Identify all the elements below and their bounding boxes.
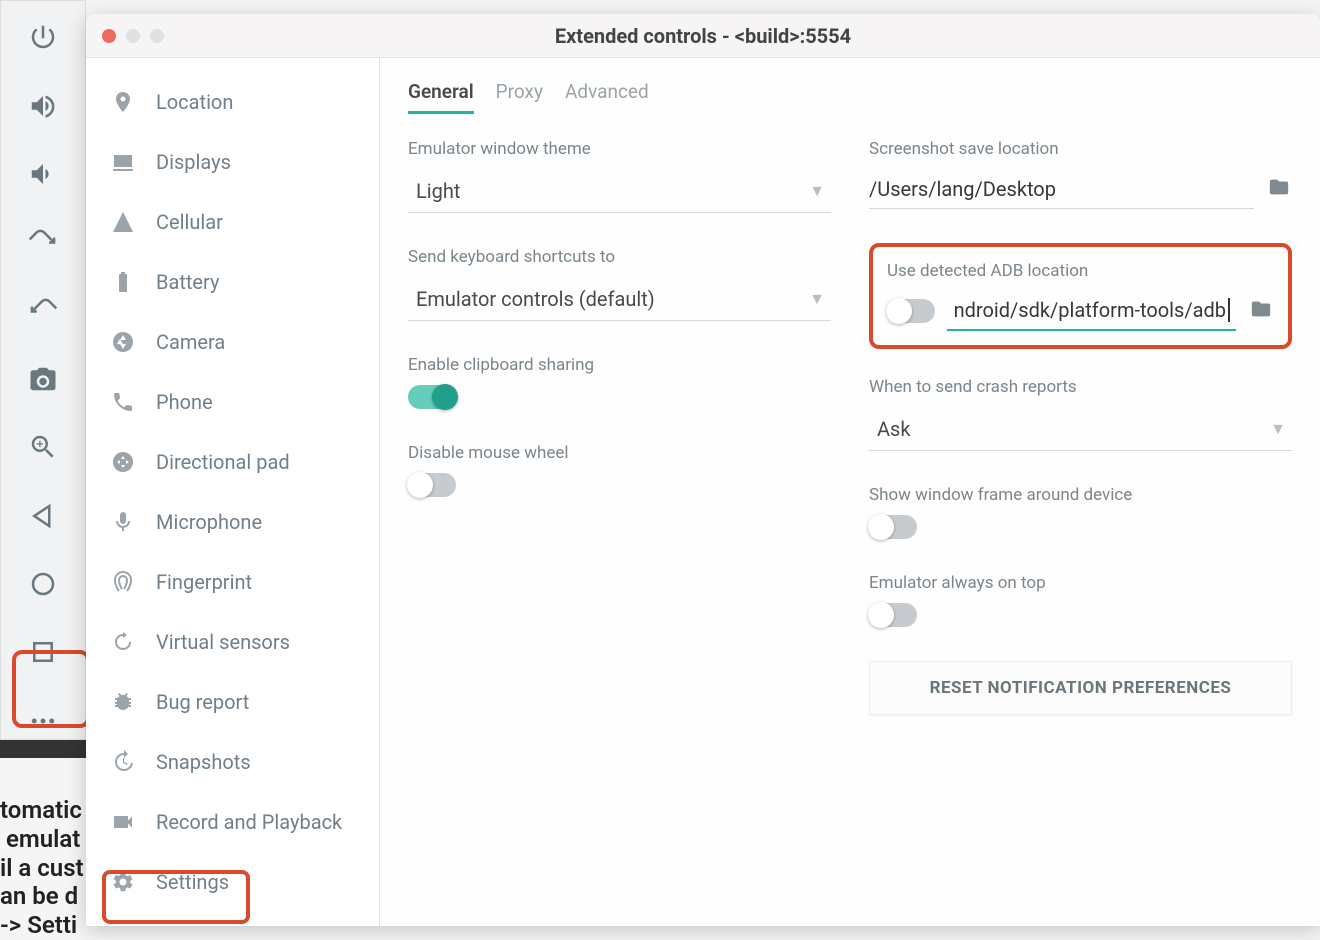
gear-icon bbox=[110, 869, 136, 895]
sidebar-item-label: Cellular bbox=[156, 210, 223, 234]
sidebar-item-label: Battery bbox=[156, 270, 219, 294]
fingerprint-icon bbox=[110, 569, 136, 595]
phone-icon bbox=[110, 389, 136, 415]
volume-down-icon[interactable] bbox=[13, 156, 73, 192]
sidebar-item-label: Snapshots bbox=[156, 750, 251, 774]
reset-notifications-button[interactable]: RESET NOTIFICATION PREFERENCES bbox=[869, 661, 1292, 715]
folder-browse-button[interactable] bbox=[1248, 298, 1274, 324]
shortcuts-select[interactable]: Emulator controls (default) ▼ bbox=[408, 277, 831, 321]
history-icon bbox=[110, 749, 136, 775]
tabs: General Proxy Advanced bbox=[408, 80, 1292, 115]
camera-icon[interactable] bbox=[13, 361, 73, 397]
sidebar-item-label: Location bbox=[156, 90, 233, 114]
rotate-left-icon[interactable] bbox=[13, 224, 73, 260]
sidebar-item-record-playback[interactable]: Record and Playback bbox=[86, 792, 379, 852]
sidebar-item-settings[interactable]: Settings bbox=[86, 852, 379, 912]
volume-up-icon[interactable] bbox=[13, 87, 73, 123]
show-frame-label: Show window frame around device bbox=[869, 485, 1292, 505]
back-triangle-icon[interactable] bbox=[13, 498, 73, 534]
more-icon[interactable] bbox=[13, 703, 73, 739]
sidebar-item-camera[interactable]: Camera bbox=[86, 312, 379, 372]
sidebar-item-label: Fingerprint bbox=[156, 570, 252, 594]
home-circle-icon[interactable] bbox=[13, 566, 73, 602]
sidebar-item-label: Phone bbox=[156, 390, 213, 414]
display-icon bbox=[110, 149, 136, 175]
screenshot-path: /Users/lang/Desktop bbox=[869, 169, 1254, 209]
sidebar-item-fingerprint[interactable]: Fingerprint bbox=[86, 552, 379, 612]
battery-icon bbox=[110, 269, 136, 295]
tab-advanced[interactable]: Advanced bbox=[565, 80, 649, 114]
theme-label: Emulator window theme bbox=[408, 139, 831, 159]
clipboard-toggle[interactable] bbox=[408, 385, 456, 409]
rotation-icon bbox=[110, 629, 136, 655]
sidebar-item-label: Virtual sensors bbox=[156, 630, 290, 654]
always-top-toggle[interactable] bbox=[869, 603, 917, 627]
background-scroll-edge bbox=[0, 740, 86, 758]
sidebar-item-label: Displays bbox=[156, 150, 231, 174]
sidebar-item-displays[interactable]: Displays bbox=[86, 132, 379, 192]
folder-browse-button[interactable] bbox=[1266, 176, 1292, 202]
settings-panel: General Proxy Advanced Emulator window t… bbox=[380, 58, 1320, 926]
window-title: Extended controls - <build>:5554 bbox=[86, 24, 1320, 48]
shortcuts-label: Send keyboard shortcuts to bbox=[408, 247, 831, 267]
background-cropped-text: tomatic emulat il a cust an be d -> Sett… bbox=[0, 796, 84, 940]
adb-path-input[interactable]: ndroid/sdk/platform-tools/adb bbox=[947, 291, 1236, 331]
highlight-adb-section: Use detected ADB location ndroid/sdk/pla… bbox=[869, 243, 1292, 349]
crash-value: Ask bbox=[877, 417, 911, 441]
left-column: Emulator window theme Light ▼ Send keybo… bbox=[408, 139, 831, 715]
microphone-icon bbox=[110, 509, 136, 535]
sidebar-item-label: Microphone bbox=[156, 510, 262, 534]
dropdown-arrow-icon: ▼ bbox=[809, 289, 825, 309]
video-icon bbox=[110, 809, 136, 835]
mousewheel-toggle[interactable] bbox=[408, 473, 456, 497]
sidebar-item-directional-pad[interactable]: Directional pad bbox=[86, 432, 379, 492]
sidebar-item-label: Directional pad bbox=[156, 450, 290, 474]
tab-general[interactable]: General bbox=[408, 80, 474, 114]
screenshot-label: Screenshot save location bbox=[869, 139, 1292, 159]
sidebar-item-virtual-sensors[interactable]: Virtual sensors bbox=[86, 612, 379, 672]
location-pin-icon bbox=[110, 89, 136, 115]
tab-proxy[interactable]: Proxy bbox=[496, 80, 543, 114]
emulator-toolbar bbox=[0, 0, 86, 740]
overview-square-icon[interactable] bbox=[13, 634, 73, 670]
cellular-icon bbox=[110, 209, 136, 235]
right-column: Screenshot save location /Users/lang/Des… bbox=[869, 139, 1292, 715]
sidebar-item-phone[interactable]: Phone bbox=[86, 372, 379, 432]
sidebar-item-label: Settings bbox=[156, 870, 229, 894]
rotate-right-icon[interactable] bbox=[13, 292, 73, 328]
always-top-label: Emulator always on top bbox=[869, 573, 1292, 593]
bug-icon bbox=[110, 689, 136, 715]
shortcuts-value: Emulator controls (default) bbox=[416, 287, 655, 311]
sidebar-item-battery[interactable]: Battery bbox=[86, 252, 379, 312]
sidebar-item-snapshots[interactable]: Snapshots bbox=[86, 732, 379, 792]
dpad-icon bbox=[110, 449, 136, 475]
clipboard-label: Enable clipboard sharing bbox=[408, 355, 831, 375]
sidebar-item-label: Bug report bbox=[156, 690, 249, 714]
sidebar-item-location[interactable]: Location bbox=[86, 72, 379, 132]
zoom-icon[interactable] bbox=[13, 429, 73, 465]
crash-label: When to send crash reports bbox=[869, 377, 1292, 397]
sidebar-item-label: Record and Playback bbox=[156, 810, 342, 834]
theme-value: Light bbox=[416, 179, 460, 203]
camera-aperture-icon bbox=[110, 329, 136, 355]
titlebar: Extended controls - <build>:5554 bbox=[86, 14, 1320, 58]
sidebar-item-microphone[interactable]: Microphone bbox=[86, 492, 379, 552]
sidebar-item-cellular[interactable]: Cellular bbox=[86, 192, 379, 252]
sidebar-item-label: Camera bbox=[156, 330, 225, 354]
adb-detected-toggle[interactable] bbox=[887, 299, 935, 323]
adb-label: Use detected ADB location bbox=[887, 261, 1274, 281]
crash-select[interactable]: Ask ▼ bbox=[869, 407, 1292, 451]
sidebar: Location Displays Cellular Battery Camer… bbox=[86, 58, 380, 926]
mousewheel-label: Disable mouse wheel bbox=[408, 443, 831, 463]
show-frame-toggle[interactable] bbox=[869, 515, 917, 539]
dropdown-arrow-icon: ▼ bbox=[1270, 419, 1286, 439]
sidebar-item-bug-report[interactable]: Bug report bbox=[86, 672, 379, 732]
power-icon[interactable] bbox=[13, 19, 73, 55]
theme-select[interactable]: Light ▼ bbox=[408, 169, 831, 213]
adb-path-value: ndroid/sdk/platform-tools/adb bbox=[954, 298, 1226, 322]
dropdown-arrow-icon: ▼ bbox=[809, 181, 825, 201]
extended-controls-window: Extended controls - <build>:5554 Locatio… bbox=[86, 14, 1320, 926]
